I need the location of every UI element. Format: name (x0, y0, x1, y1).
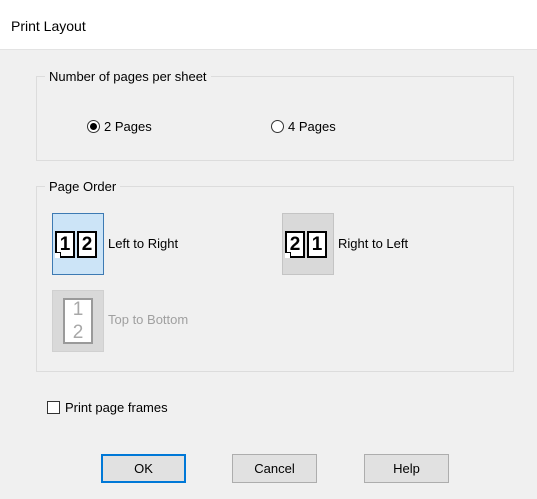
print-page-frames-label: Print page frames (65, 400, 168, 415)
radio-4-pages-label: 4 Pages (288, 119, 336, 134)
page-1-icon: 1 (307, 231, 327, 258)
pages-per-sheet-legend: Number of pages per sheet (45, 69, 211, 84)
radio-4-pages[interactable]: 4 Pages (271, 119, 336, 134)
radio-2-pages[interactable]: 2 Pages (87, 119, 152, 134)
dialog-title: Print Layout (11, 18, 86, 34)
cancel-button[interactable]: Cancel (232, 454, 317, 483)
radio-button-icon (271, 120, 284, 133)
page-2-icon: 2 (77, 231, 97, 258)
print-page-frames-checkbox[interactable]: Print page frames (47, 400, 168, 415)
page-stack-icon: 1 2 (63, 298, 93, 344)
help-button[interactable]: Help (364, 454, 449, 483)
ok-button[interactable]: OK (101, 454, 186, 483)
checkbox-icon (47, 401, 60, 414)
dialog-body: Number of pages per sheet 2 Pages 4 Page… (0, 50, 537, 499)
radio-button-icon (87, 120, 100, 133)
top-to-bottom-label: Top to Bottom (108, 312, 189, 327)
dialog-title-bar: Print Layout (0, 0, 537, 50)
left-to-right-button[interactable]: 1 2 (52, 213, 104, 275)
left-to-right-label: Left to Right (108, 236, 179, 251)
top-to-bottom-button: 1 2 (52, 290, 104, 352)
fold-corner-icon (285, 252, 291, 258)
page-order-legend: Page Order (45, 179, 121, 194)
radio-2-pages-label: 2 Pages (104, 119, 152, 134)
right-to-left-label: Right to Left (338, 236, 409, 251)
fold-corner-icon (55, 252, 61, 258)
page-order-group: Page Order (36, 179, 514, 372)
right-to-left-button[interactable]: 2 1 (282, 213, 334, 275)
